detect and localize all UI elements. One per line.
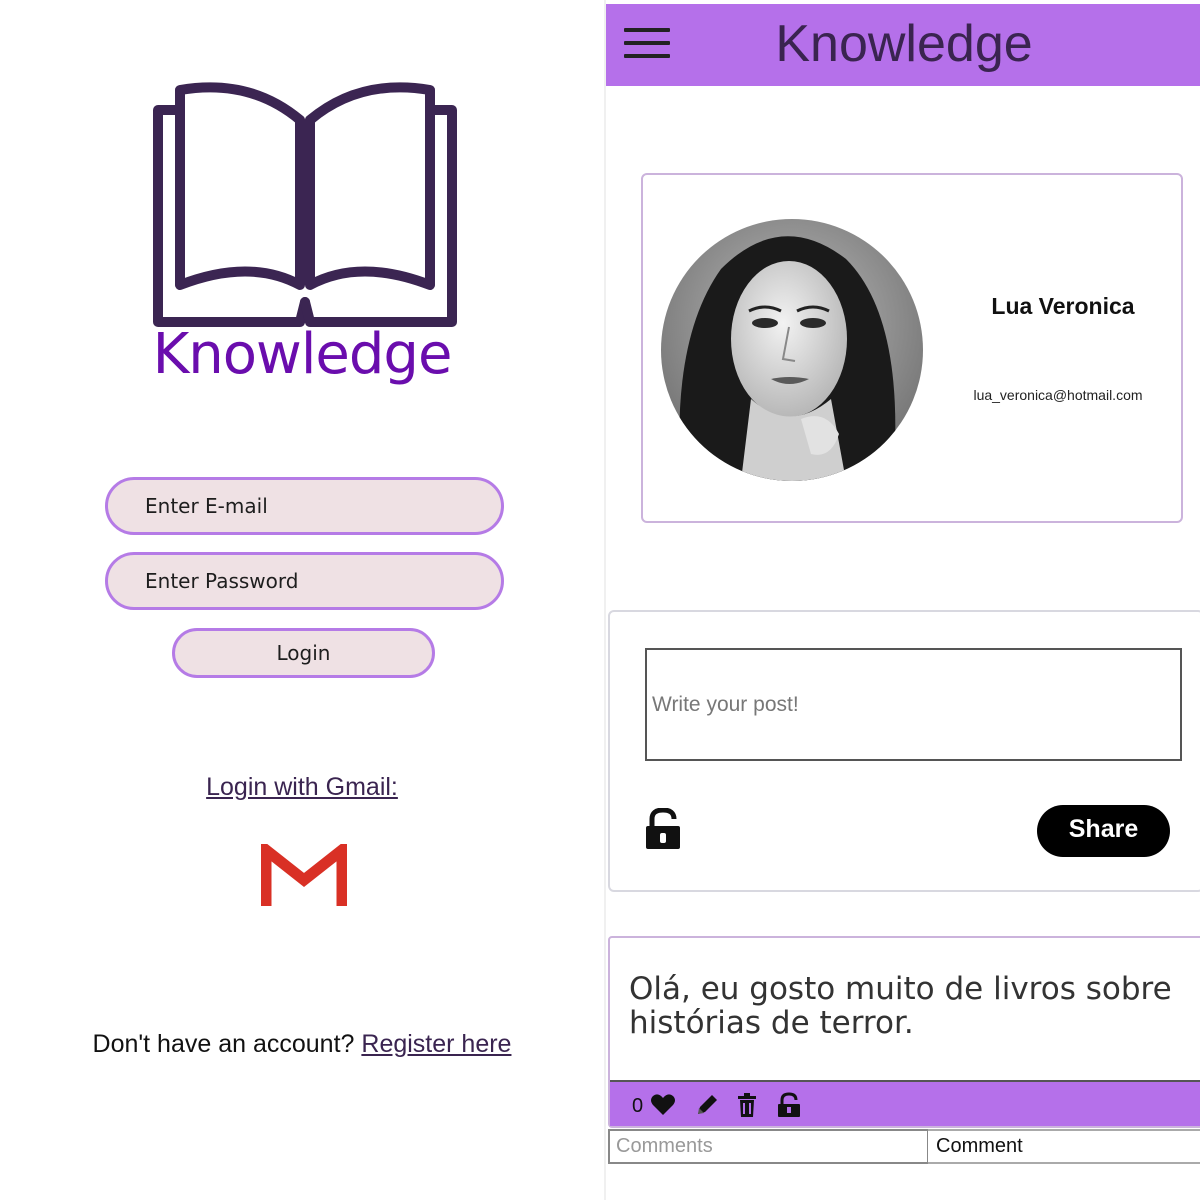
top-app-bar: Knowledge [606,4,1200,86]
post-card: Olá, eu gosto muito de livros sobre hist… [608,936,1200,1128]
comment-button[interactable]: Comment [928,1129,1200,1164]
email-field[interactable]: Enter E-mail [105,477,504,535]
login-screen: Knowledge Enter E-mail Enter Password Lo… [0,0,604,1200]
register-prompt-text: Don't have an account? [92,1030,355,1058]
like-count: 0 [632,1095,644,1117]
unlock-icon[interactable] [644,808,682,850]
brand-title: Knowledge [152,322,453,387]
app-title: Knowledge [775,15,1033,73]
password-field[interactable]: Enter Password [105,552,504,610]
hamburger-menu-icon[interactable] [624,28,670,62]
profile-email: lua_veronica@hotmail.com [973,387,1143,403]
share-button[interactable]: Share [1037,805,1170,857]
profile-name: Lua Veronica [991,293,1135,319]
heart-icon[interactable] [650,1092,676,1118]
post-input[interactable] [645,648,1182,761]
unlock-icon[interactable] [776,1092,802,1118]
gmail-login-link[interactable]: Login with Gmail: [0,773,604,802]
post-action-bar: 0 [610,1080,1200,1126]
trash-icon[interactable] [734,1092,760,1118]
login-button[interactable]: Login [172,628,435,678]
feed-screen: Knowledge Lua Veronica lua_veronica@hotm… [604,0,1200,1200]
comment-input[interactable] [608,1129,928,1164]
avatar [661,219,923,481]
post-composer: Share [608,610,1200,892]
gmail-icon[interactable] [261,844,347,908]
register-prompt: Don't have an account? Register here [0,1030,604,1059]
post-text: Olá, eu gosto muito de livros sobre hist… [629,971,1172,1041]
profile-card: Lua Veronica lua_veronica@hotmail.com [641,173,1183,523]
pencil-icon[interactable] [694,1092,720,1118]
open-book-icon [153,82,457,327]
register-link[interactable]: Register here [361,1030,511,1058]
